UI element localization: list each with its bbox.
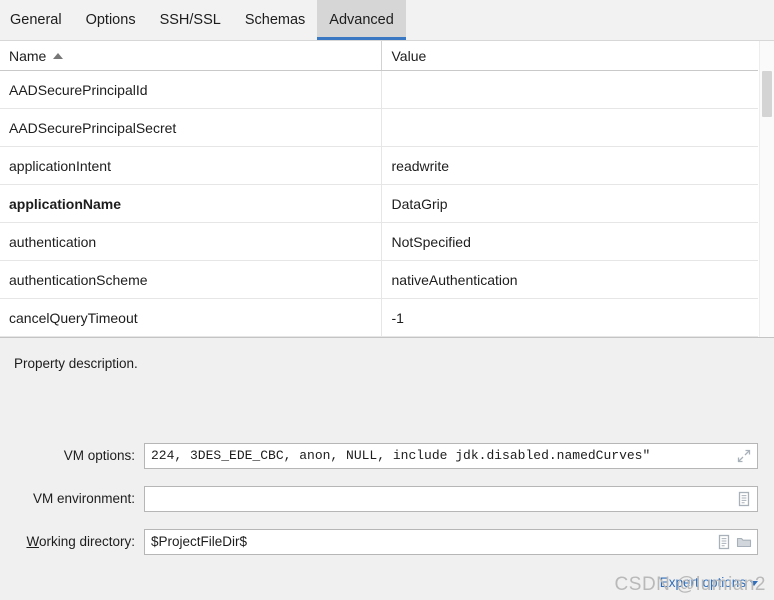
edit-list-icon[interactable] bbox=[716, 534, 732, 550]
working-directory-mnemonic: W bbox=[26, 534, 39, 549]
column-header-name[interactable]: Name bbox=[0, 41, 381, 71]
property-description: Property description. bbox=[14, 356, 138, 371]
browse-folder-icon[interactable] bbox=[736, 534, 752, 550]
tab-options[interactable]: Options bbox=[74, 0, 148, 40]
tab-general-label: General bbox=[10, 12, 62, 28]
vm-environment-row: VM environment: bbox=[0, 477, 774, 520]
property-detail-panel: Property description. VM options: 224, 3… bbox=[0, 338, 774, 600]
edit-list-icon[interactable] bbox=[736, 491, 752, 507]
expert-options-label: Expert options bbox=[659, 575, 746, 590]
table-row[interactable]: applicationName DataGrip bbox=[0, 184, 758, 223]
table-row[interactable]: authentication NotSpecified bbox=[0, 222, 758, 261]
settings-tab-bar: General Options SSH/SSL Schemas Advanced bbox=[0, 0, 774, 41]
property-name-cell[interactable]: cancelQueryTimeout bbox=[0, 298, 381, 337]
property-name-cell[interactable]: applicationName bbox=[0, 184, 381, 223]
table-vertical-scrollbar[interactable] bbox=[759, 41, 774, 337]
expert-options-link[interactable]: Expert options bbox=[660, 575, 758, 590]
working-directory-field[interactable]: $ProjectFileDir$ bbox=[144, 528, 758, 555]
column-header-value[interactable]: Value bbox=[380, 41, 758, 71]
table-row[interactable]: AADSecurePrincipalId bbox=[0, 70, 758, 109]
tab-advanced-label: Advanced bbox=[329, 12, 394, 28]
property-value-cell[interactable] bbox=[380, 108, 758, 147]
tab-ssh-ssl[interactable]: SSH/SSL bbox=[148, 0, 233, 40]
working-directory-row: Working directory: $ProjectFileDir$ bbox=[0, 520, 774, 563]
working-directory-label: Working directory: bbox=[0, 534, 144, 549]
column-header-value-label: Value bbox=[391, 47, 427, 64]
property-name-cell[interactable]: AADSecurePrincipalSecret bbox=[0, 108, 381, 147]
table-row[interactable]: AADSecurePrincipalSecret bbox=[0, 108, 758, 147]
tab-schemas[interactable]: Schemas bbox=[233, 0, 317, 40]
advanced-properties-table: Name Value AADSecurePrincipalId AADSecur… bbox=[0, 41, 774, 338]
vm-environment-label: VM environment: bbox=[32, 491, 135, 506]
table-row[interactable]: authenticationScheme nativeAuthenticatio… bbox=[0, 260, 758, 299]
vm-options-label: VM options: bbox=[63, 448, 135, 463]
sort-ascending-icon bbox=[53, 53, 64, 59]
vm-options-field[interactable]: 224, 3DES_EDE_CBC, anon, NULL, include j… bbox=[144, 442, 758, 469]
property-name-cell[interactable]: AADSecurePrincipalId bbox=[0, 70, 381, 109]
table-row[interactable]: cancelQueryTimeout -1 bbox=[0, 298, 758, 337]
column-header-name-label: Name bbox=[9, 47, 47, 64]
property-name-cell[interactable]: applicationIntent bbox=[0, 146, 381, 185]
property-value-cell[interactable] bbox=[380, 70, 758, 109]
working-directory-input[interactable]: $ProjectFileDir$ bbox=[145, 534, 716, 549]
table-scrollbar-thumb[interactable] bbox=[762, 71, 772, 117]
property-value-cell[interactable]: NotSpecified bbox=[380, 222, 758, 261]
vm-environment-field[interactable] bbox=[144, 485, 758, 512]
tab-options-label: Options bbox=[85, 12, 136, 28]
tab-schemas-label: Schemas bbox=[244, 12, 306, 28]
property-name-cell[interactable]: authenticationScheme bbox=[0, 260, 381, 299]
property-value-cell[interactable]: DataGrip bbox=[380, 184, 758, 223]
vm-options-input[interactable]: 224, 3DES_EDE_CBC, anon, NULL, include j… bbox=[145, 448, 736, 463]
property-value-cell[interactable]: nativeAuthentication bbox=[380, 260, 758, 299]
vm-settings-form: VM options: 224, 3DES_EDE_CBC, anon, NUL… bbox=[0, 434, 774, 563]
property-value-cell[interactable]: readwrite bbox=[380, 146, 758, 185]
property-name-cell[interactable]: authentication bbox=[0, 222, 381, 261]
expand-icon[interactable] bbox=[736, 448, 752, 464]
table-header-row: Name Value bbox=[0, 41, 758, 71]
tab-general[interactable]: General bbox=[0, 0, 74, 40]
vm-options-row: VM options: 224, 3DES_EDE_CBC, anon, NUL… bbox=[0, 434, 774, 477]
tab-ssh-ssl-label: SSH/SSL bbox=[159, 12, 221, 28]
working-directory-label-suffix: orking directory: bbox=[38, 534, 135, 549]
chevron-down-icon bbox=[750, 581, 758, 586]
property-value-cell[interactable]: -1 bbox=[380, 298, 758, 337]
tab-advanced[interactable]: Advanced bbox=[317, 0, 406, 40]
table-row[interactable]: applicationIntent readwrite bbox=[0, 146, 758, 185]
